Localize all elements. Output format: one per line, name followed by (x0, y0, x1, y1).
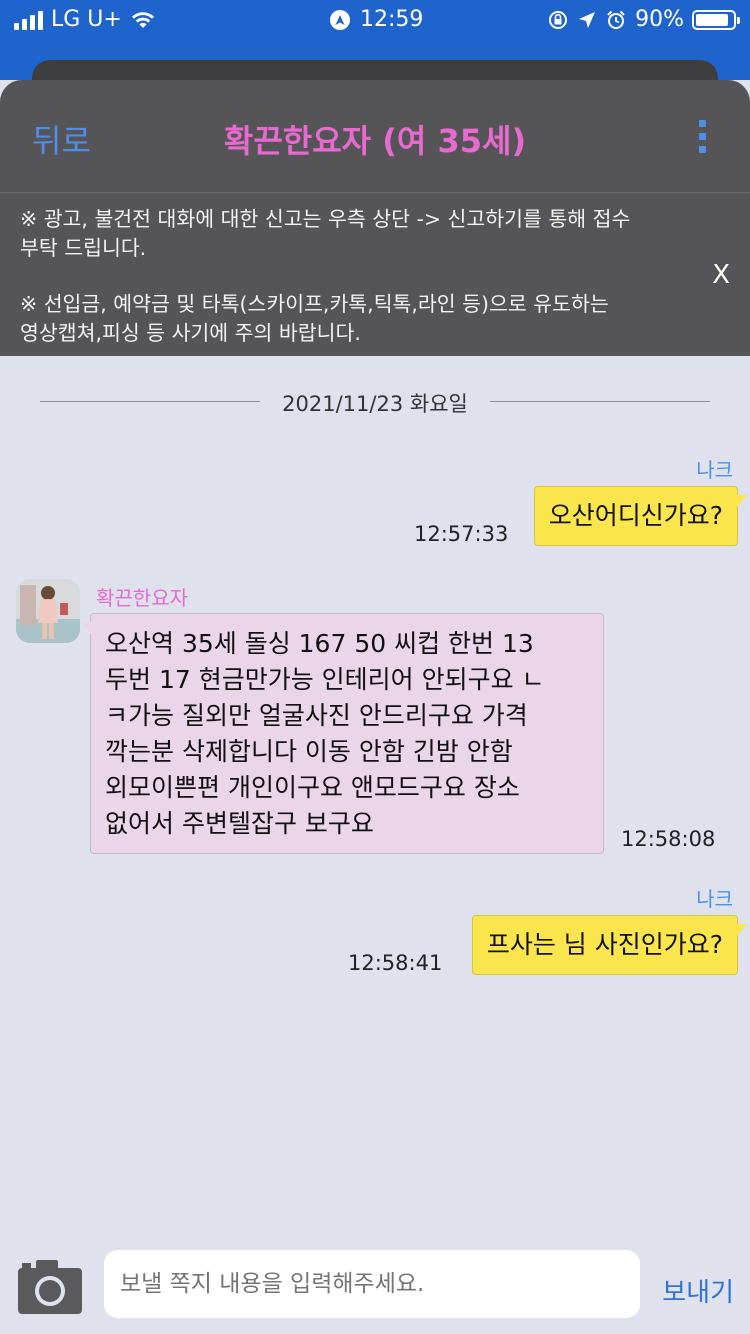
date-label: 2021/11/23 화요일 (282, 392, 468, 416)
notice-line-1: ※ 광고, 불건전 대화에 대한 신고는 우측 상단 -> 신고하기를 통해 접… (20, 207, 631, 231)
divider-line (490, 401, 710, 402)
location-badge-icon (330, 9, 350, 30)
message-sender: 나크 (696, 887, 733, 911)
message-time: 12:58:08 (621, 827, 716, 851)
message-bubble-mine[interactable]: 오산어디신가요? (533, 486, 748, 546)
profile-photo (16, 579, 80, 643)
message-line: 외모이쁜편 개인이구요 앤모드구요 장소 (105, 773, 520, 802)
notice-line-2: 부탁 드립니다. (20, 236, 147, 260)
message-line: 깍는분 삭제합니다 이동 안함 긴밤 안함 (105, 737, 513, 766)
warning-notice: ※ 광고, 불건전 대화에 대한 신고는 우측 상단 -> 신고하기를 통해 접… (0, 192, 750, 356)
screen-rotation-lock-icon (549, 10, 568, 29)
notice-line-3: ※ 선입금, 예약금 및 타톡(스카이프,카톡,틱톡,라인 등)으로 유도하는 (20, 292, 609, 316)
location-arrow-icon (579, 11, 596, 28)
message-time: 12:57:33 (414, 522, 509, 546)
message-line: 없어서 주변텔잡구 보구요 (105, 809, 374, 838)
signal-icon (14, 10, 43, 30)
message-time: 12:58:41 (348, 951, 443, 975)
camera-icon[interactable] (16, 1256, 84, 1316)
message-line: 두번 17 현금만가능 인테리어 안되구요 ㄴ (105, 665, 545, 694)
send-button[interactable]: 보내기 (662, 1272, 734, 1309)
wifi-icon (131, 11, 154, 28)
message-composer: 보내기 (0, 1232, 750, 1334)
chat-title: 확끈한요자 (여 35세) (223, 122, 527, 160)
message-bubble-mine[interactable]: 프사는 님 사진인가요? (471, 915, 748, 975)
carrier-label: LG U+ (51, 7, 122, 32)
more-vertical-icon[interactable] (699, 120, 706, 153)
close-notice-button[interactable]: X (712, 261, 730, 290)
date-divider: 2021/11/23 화요일 (40, 386, 710, 416)
message-input[interactable] (104, 1250, 640, 1318)
battery-percent: 90% (635, 7, 684, 32)
status-time: 12:59 (360, 7, 424, 32)
notice-line-4: 영상캡쳐,피싱 등 사기에 주의 바랍니다. (20, 321, 361, 345)
avatar[interactable] (16, 579, 80, 643)
message-sender: 나크 (696, 458, 733, 482)
message-text: 프사는 님 사진인가요? (486, 930, 723, 959)
message-line: ㅋ가능 질외만 얼굴사진 안드리구요 가격 (105, 701, 528, 730)
message-bubble-other[interactable]: 오산역 35세 돌싱 167 50 씨컵 한번 13 두번 17 현금만가능 인… (81, 613, 604, 854)
message-line: 오산역 35세 돌싱 167 50 씨컵 한번 13 (105, 629, 534, 658)
message-sender: 확끈한요자 (96, 586, 188, 610)
battery-icon (692, 9, 740, 30)
chat-header: 뒤로 확끈한요자 (여 35세) (0, 80, 750, 192)
alarm-icon (607, 10, 625, 29)
status-bar: LG U+ 12:59 90% (0, 0, 750, 40)
message-text: 오산어디신가요? (548, 501, 723, 530)
